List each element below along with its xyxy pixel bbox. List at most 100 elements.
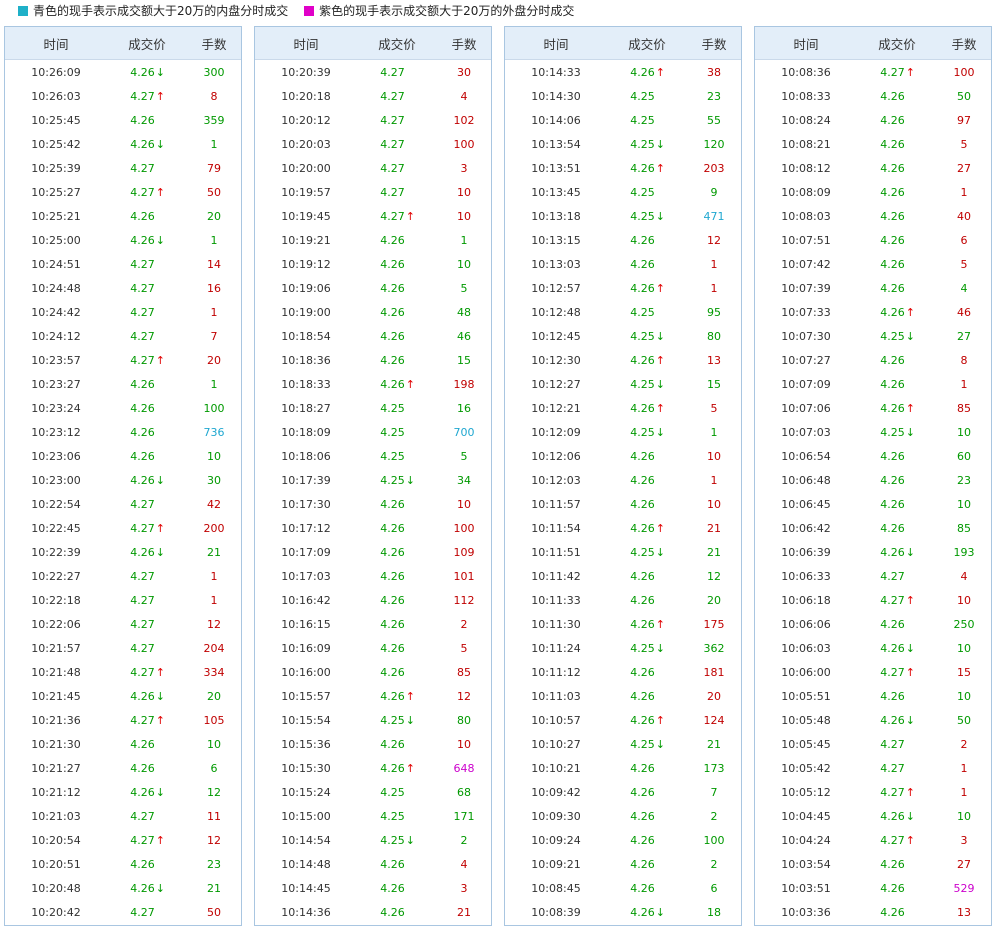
table-row: 10:12:03 4.26 1 [505,468,741,492]
trade-price-value: 4.26 [880,89,905,103]
trade-price: 4.26 [357,618,437,631]
arrow-down-icon: ↓ [655,737,665,751]
table-row: 10:18:33 4.26↑ 198 [255,372,491,396]
trade-volume: 21 [707,521,721,535]
trade-volume: 13 [957,905,971,919]
trade-time: 10:07:51 [781,233,831,247]
trade-time: 10:03:51 [781,881,831,895]
table-row: 10:10:57 4.26↑ 124 [505,708,741,732]
table-row: 10:16:09 4.26 5 [255,636,491,660]
trade-volume: 42 [207,497,221,511]
table-row: 10:23:06 4.26 10 [5,444,241,468]
trade-volume: 20 [207,209,221,223]
table-row: 10:12:09 4.25↓ 1 [505,420,741,444]
trade-price-value: 4.26 [380,665,405,679]
trade-time: 10:20:54 [31,833,81,847]
arrow-down-icon: ↓ [155,233,165,247]
trade-volume: 4 [960,569,968,583]
panel-header: 时间 成交价 手数 [5,27,241,60]
trade-volume: 21 [207,545,221,559]
trade-price-value: 4.26 [880,281,905,295]
trade-time: 10:06:03 [781,641,831,655]
trade-price: 4.26 [857,162,937,175]
table-row: 10:19:57 4.27 10 [255,180,491,204]
arrow-up-icon: ↑ [155,89,165,103]
trade-price: 4.26↑ [607,402,687,415]
trade-volume: 14 [207,257,221,271]
trade-time: 10:09:24 [531,833,581,847]
trade-price-value: 4.27 [380,185,405,199]
trade-price: 4.26 [607,258,687,271]
trade-price: 4.26 [357,906,437,919]
trade-time: 10:10:21 [531,761,581,775]
trade-price-value: 4.26 [880,905,905,919]
arrow-down-icon: ↓ [655,641,665,655]
trade-time: 10:08:09 [781,185,831,199]
trade-volume: 10 [457,185,471,199]
table-row: 10:15:24 4.25 68 [255,780,491,804]
table-row: 10:24:12 4.27 7 [5,324,241,348]
trade-time: 10:20:51 [31,857,81,871]
trade-price: 4.27 [357,114,437,127]
trade-time: 10:12:30 [531,353,581,367]
trade-price: 4.26↓ [607,906,687,919]
table-row: 10:20:39 4.27 30 [255,60,491,84]
trade-time: 10:19:00 [281,305,331,319]
trade-volume: 193 [953,545,975,559]
trade-price-value: 4.27 [130,161,155,175]
trade-volume: 5 [460,281,468,295]
trade-price: 4.26↑ [857,402,937,415]
trade-price: 4.26 [607,234,687,247]
trade-volume: 46 [957,305,971,319]
trade-volume: 250 [953,617,975,631]
trade-price-value: 4.26 [380,617,405,631]
trade-price-value: 4.26 [880,713,905,727]
table-row: 10:20:48 4.26↓ 21 [5,876,241,900]
trade-volume: 27 [957,857,971,871]
header-volume: 手数 [451,36,477,52]
arrow-down-icon: ↓ [405,473,415,487]
table-row: 10:09:24 4.26 100 [505,828,741,852]
trade-price-value: 4.25 [380,425,405,439]
trade-price: 4.26 [857,522,937,535]
table-row: 10:25:39 4.27 79 [5,156,241,180]
trade-price: 4.26 [857,906,937,919]
trade-price-value: 4.27 [880,761,905,775]
trade-price: 4.26 [107,858,187,871]
arrow-down-icon: ↓ [905,425,915,439]
trade-rows: 10:20:39 4.27 30 10:20:18 4.27 4 10:20:12 4.27 1… [255,60,491,924]
trade-time: 10:17:12 [281,521,331,535]
trade-price-value: 4.27 [130,641,155,655]
trade-price: 4.25 [607,186,687,199]
table-row: 10:12:30 4.26↑ 13 [505,348,741,372]
trade-time: 10:23:24 [31,401,81,415]
trade-price-value: 4.27 [880,785,905,799]
table-row: 10:08:09 4.26 1 [755,180,991,204]
trade-volume: 50 [207,185,221,199]
trade-price-value: 4.25 [880,329,905,343]
trade-volume: 101 [453,569,475,583]
trade-volume: 6 [960,233,968,247]
table-row: 10:25:42 4.26↓ 1 [5,132,241,156]
table-row: 10:14:48 4.26 4 [255,852,491,876]
trade-time: 10:25:45 [31,113,81,127]
trade-price-value: 4.27 [130,185,155,199]
trade-price: 4.27 [107,330,187,343]
trade-price-value: 4.26 [130,881,155,895]
arrow-up-icon: ↑ [155,353,165,367]
trade-price: 4.27↑ [107,186,187,199]
header-volume: 手数 [951,36,977,52]
trade-volume: 3 [460,161,468,175]
table-row: 10:08:12 4.26 27 [755,156,991,180]
trade-price: 4.26 [857,282,937,295]
arrow-down-icon: ↓ [905,713,915,727]
trade-volume: 109 [453,545,475,559]
trade-price: 4.26↓ [107,786,187,799]
trade-volume: 21 [207,881,221,895]
trade-price-value: 4.26 [380,305,405,319]
table-row: 10:06:33 4.27 4 [755,564,991,588]
trade-price-value: 4.26 [630,761,655,775]
trade-volume: 334 [203,665,225,679]
arrow-down-icon: ↓ [655,209,665,223]
table-row: 10:08:39 4.26↓ 18 [505,900,741,924]
